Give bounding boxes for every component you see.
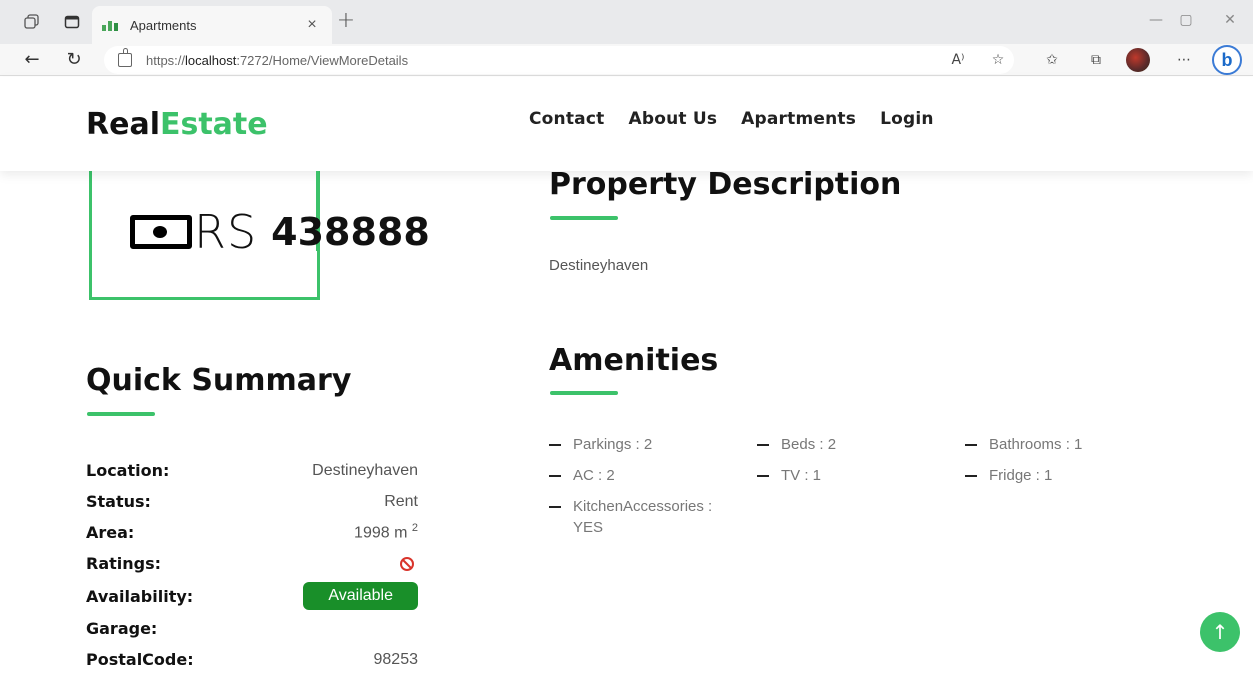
summary-row-postal-code: PostalCode: 98253 [86,644,418,675]
summary-label: Availability: [86,586,194,606]
summary-row-availability: Availability: Available [86,579,418,613]
amenities-title: Amenities [549,343,719,378]
amenity-item: Fridge : 1 [965,465,1169,486]
nav-apartments[interactable]: Apartments [741,109,856,129]
more-options-icon[interactable]: ⋯ [1172,48,1196,72]
summary-value: Destineyhaven [312,461,418,479]
summary-value: 1998 m 2 [354,522,418,542]
nav-login[interactable]: Login [880,109,934,129]
description-underline [550,216,618,220]
site-logo[interactable]: RealEstate [86,107,268,142]
close-window-icon[interactable]: ✕ [1216,12,1244,32]
summary-row-garage: Garage: [86,613,418,644]
amenity-text: Bathrooms : 1 [989,436,1083,453]
summary-title: Quick Summary [86,363,352,398]
summary-value: Rent [384,492,418,510]
site-favicon-icon [102,19,120,31]
tab-title: Apartments [130,17,197,33]
amenity-item: AC : 2 [549,465,757,486]
money-icon [130,215,192,249]
nav-about-us[interactable]: About Us [628,109,717,129]
workspaces-icon[interactable] [22,12,42,32]
site-header: RealEstate Contact About Us Apartments L… [0,77,1253,171]
summary-row-status: Status: Rent [86,486,418,517]
amenities-list: Parkings : 2 Beds : 2 Bathrooms : 1 AC :… [549,434,1169,538]
amenity-text: TV : 1 [781,467,822,484]
url-text: https://localhost:7272/Home/ViewMoreDeta… [146,52,409,68]
summary-label: PostalCode: [86,650,194,669]
dash-icon [549,475,561,477]
minimize-icon[interactable]: — [1142,12,1170,32]
dash-icon [965,444,977,446]
summary-value: 98253 [373,650,419,668]
amenity-text: Beds : 2 [781,436,837,453]
main-nav: Contact About Us Apartments Login [529,109,934,129]
summary-row-location: Location: Destineyhaven [86,455,418,486]
summary-label: Garage: [86,619,158,638]
profile-avatar[interactable] [1126,48,1150,72]
back-arrow-icon[interactable]: ← [20,48,44,72]
refresh-icon[interactable]: ↻ [62,48,86,72]
amenity-text: KitchenAccessories : YES [573,498,713,536]
dash-icon [965,475,977,477]
favorite-star-icon[interactable]: ☆ [986,48,1010,72]
quick-summary-list: Location: Destineyhaven Status: Rent Are… [86,455,418,675]
browser-tab-apartments[interactable]: Apartments × [92,6,332,44]
read-aloud-icon[interactable]: A⁾ [946,48,970,72]
url-field[interactable]: https://localhost:7272/Home/ViewMoreDeta… [104,46,1014,74]
amenity-text: Parkings : 2 [573,436,653,453]
arrow-up-icon: ↑ [1211,620,1229,644]
tab-actions-icon[interactable] [62,12,82,32]
amenity-item: Parkings : 2 [549,434,757,455]
status-badge: Available [303,582,418,610]
summary-label: Area: [86,523,135,542]
lock-icon [118,48,132,67]
price-currency: RS [194,205,258,259]
summary-row-ratings: Ratings: [86,548,418,579]
amenity-text: AC : 2 [573,467,615,484]
browser-address-bar: ← ↻ https://localhost:7272/Home/ViewMore… [0,44,1253,76]
scroll-to-top-button[interactable]: ↑ [1200,612,1240,652]
no-entry-icon [400,556,414,571]
amenity-item: TV : 1 [757,465,965,486]
amenity-item: KitchenAccessories : YES [549,496,757,538]
amenities-underline [550,391,618,395]
maximize-icon[interactable]: ▢ [1172,12,1200,32]
dash-icon [757,475,769,477]
favorites-list-icon[interactable]: ✩ [1040,48,1064,72]
summary-underline [87,412,155,416]
amenity-item: Bathrooms : 1 [965,434,1169,455]
amenity-text: Fridge : 1 [989,467,1053,484]
dash-icon [549,444,561,446]
close-tab-icon[interactable]: × [302,16,322,34]
amenity-item: Beds : 2 [757,434,965,455]
bing-chat-icon[interactable]: b [1212,45,1242,75]
nav-contact[interactable]: Contact [529,109,604,129]
new-tab-button[interactable]: + [334,10,358,34]
browser-tab-bar: Apartments × + — ▢ ✕ [0,0,1253,44]
collections-icon[interactable]: ⧉ [1084,48,1108,72]
summary-label: Ratings: [86,554,162,573]
description-title: Property Description [549,167,902,202]
summary-row-area: Area: 1998 m 2 [86,517,418,548]
description-text: Destineyhaven [549,257,649,274]
summary-label: Location: [86,461,170,480]
price-display: RS 438888 [130,205,430,259]
dash-icon [757,444,769,446]
price-value: 438888 [271,210,430,254]
summary-label: Status: [86,492,151,511]
dash-icon [549,506,561,508]
